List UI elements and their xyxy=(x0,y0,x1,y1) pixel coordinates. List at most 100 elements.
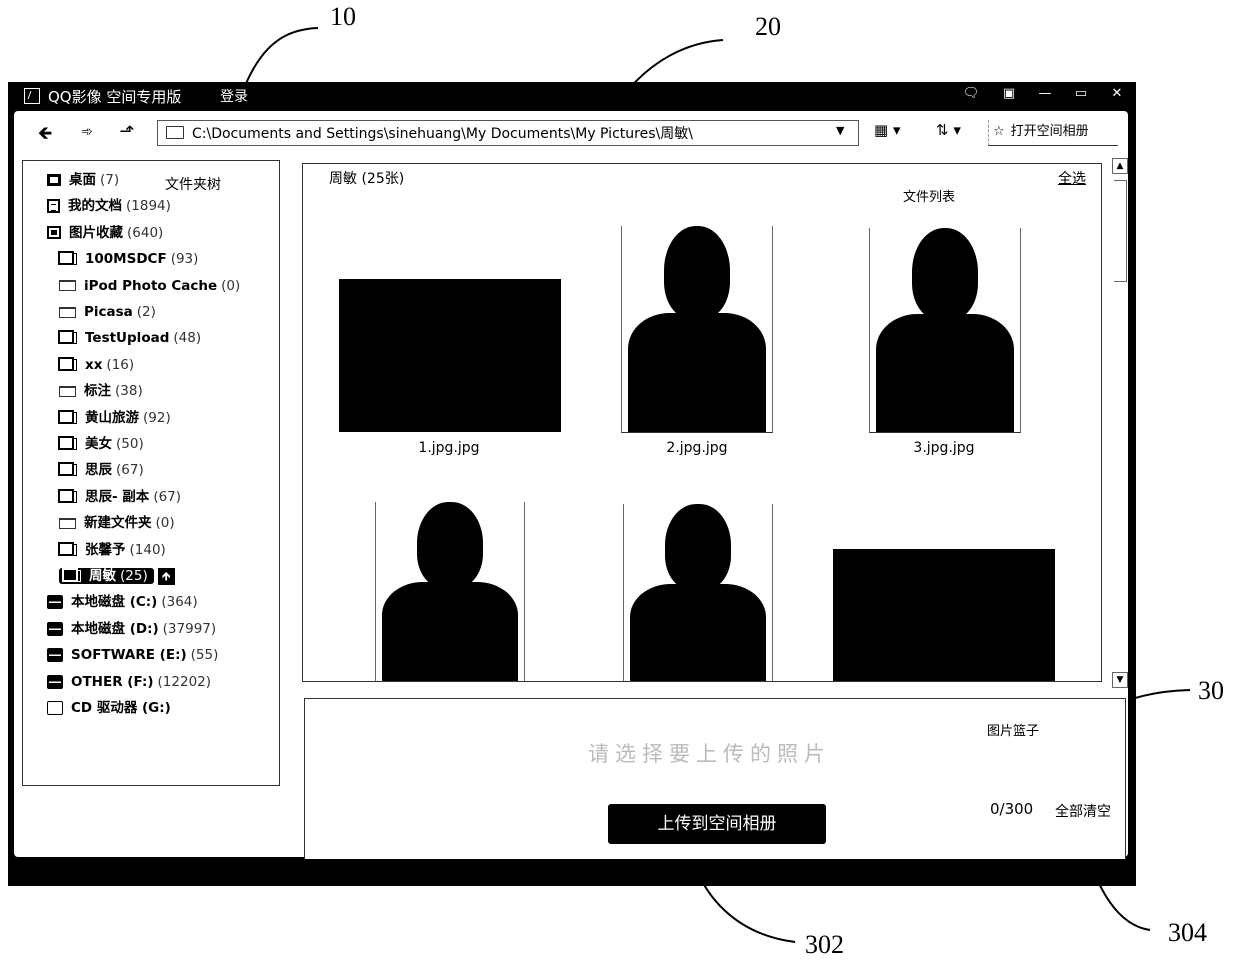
tree-item-count: (0) xyxy=(155,515,175,532)
tree-item-label: 我的文档 xyxy=(68,198,122,215)
tree-item[interactable]: 周敏 (25) 🡹 xyxy=(59,565,175,587)
feedback-icon[interactable]: 🗨 xyxy=(960,86,982,101)
tree-item-label: 周敏 xyxy=(89,568,116,584)
tree-item-count: (364) xyxy=(161,594,198,611)
tree-item-count: (67) xyxy=(116,462,144,479)
photo-thumbnail[interactable] xyxy=(375,502,525,681)
tree-item-count: (2) xyxy=(136,304,156,320)
basket-counter: 0/300 xyxy=(990,800,1034,818)
photo-folder-icon xyxy=(58,488,77,503)
forward-button[interactable]: ➾ xyxy=(74,124,100,140)
tree-item[interactable]: Picasa (2) xyxy=(59,301,156,323)
tree-item[interactable]: OTHER (F:) (12202) xyxy=(47,671,211,693)
tree-item-count: (37997) xyxy=(162,620,217,637)
tree-item-label: 美女 xyxy=(85,436,112,452)
up-folder-button[interactable]: ⬏ xyxy=(114,121,140,142)
tree-item-label: 桌面 xyxy=(69,172,96,188)
tree-item[interactable]: 图片收藏 (640) xyxy=(47,222,163,244)
upload-to-album-button[interactable]: 上传到空间相册 xyxy=(608,804,826,844)
tree-item-label: TestUpload xyxy=(85,330,170,347)
folder-icon xyxy=(59,385,76,397)
file-list[interactable]: 周敏 (25张) 文件列表 全选 1.jpg.jpg 2.jpg.jpg 3.jpg… xyxy=(302,163,1102,682)
close-button[interactable]: ✕ xyxy=(1106,86,1128,101)
upload-arrow-icon[interactable]: 🡹 xyxy=(157,567,175,585)
star-icon: ☆ xyxy=(993,124,1005,139)
sort-button[interactable]: ⇅ ▾ xyxy=(936,121,961,139)
tree-item-label: 标注 xyxy=(84,383,111,400)
photo-thumbnail[interactable] xyxy=(621,226,773,433)
photo-silhouette xyxy=(912,228,978,320)
tree-item-label: OTHER (F:) xyxy=(71,673,154,690)
photo-thumbnail[interactable] xyxy=(339,279,561,432)
tree-item[interactable]: 桌面 (7) xyxy=(47,169,119,191)
login-link[interactable]: 登录 xyxy=(220,86,248,106)
tree-item[interactable]: 新建文件夹 (0) xyxy=(59,512,175,534)
photo-silhouette xyxy=(876,313,1014,432)
scroll-down-icon[interactable]: ▼ xyxy=(1112,672,1128,688)
tree-item[interactable]: 本地磁盘 (C:) (364) xyxy=(47,591,198,613)
photo-silhouette xyxy=(629,583,767,681)
address-dropdown-icon[interactable]: ▼ xyxy=(836,124,844,137)
photo-filename: 2.jpg.jpg xyxy=(666,440,728,456)
tree-item-count: (1894) xyxy=(126,198,171,215)
tree-item[interactable]: 100MSDCF (93) xyxy=(58,248,199,270)
minimize-button[interactable]: — xyxy=(1034,86,1056,101)
file-list-annotation: 文件列表 xyxy=(903,190,956,205)
folder-title: 周敏 (25张) xyxy=(329,171,405,187)
photo-folder-icon xyxy=(58,541,77,556)
photo-thumbnail[interactable] xyxy=(833,549,1055,681)
tree-item-label: 张馨予 xyxy=(85,541,126,558)
scroll-up-icon[interactable]: ▲ xyxy=(1112,158,1128,174)
tree-item-count: (0) xyxy=(221,277,241,294)
photo-filename: 1.jpg.jpg xyxy=(418,440,480,456)
tree-item-count: (50) xyxy=(116,436,144,452)
photo-silhouette xyxy=(628,312,766,432)
tree-item[interactable]: 张馨予 (140) xyxy=(58,539,166,561)
photo-thumbnail[interactable] xyxy=(623,504,773,681)
desktop-icon xyxy=(47,174,61,186)
view-mode-button[interactable]: ▦ ▾ xyxy=(874,121,900,139)
window-title: QQ影像 空间专用版 xyxy=(48,88,182,106)
tree-item-count: (16) xyxy=(106,356,135,373)
tree-item[interactable]: xx (16) xyxy=(58,354,135,376)
maximize-button[interactable]: ▭ xyxy=(1070,86,1092,101)
tree-item[interactable]: 本地磁盘 (D:) (37997) xyxy=(47,618,216,640)
status-bar xyxy=(8,858,1136,886)
photo-filename: 3.jpg.jpg xyxy=(913,440,975,456)
tree-item-count: (25) xyxy=(120,568,148,584)
tree-item[interactable]: 标注 (38) xyxy=(59,380,143,402)
basket-hint: 请选择要上传的照片 xyxy=(588,742,831,766)
tree-item-count: (93) xyxy=(170,251,199,268)
file-list-scrollbar[interactable]: ▲ ▼ xyxy=(1112,158,1128,688)
select-all-link[interactable]: 全选 xyxy=(1058,168,1086,188)
photo-folder-icon xyxy=(58,409,77,424)
skin-icon[interactable]: ▣ xyxy=(998,86,1020,101)
tree-item[interactable]: 美女 (50) xyxy=(58,433,144,455)
tree-item-label: Picasa xyxy=(84,304,133,320)
tree-item[interactable]: SOFTWARE (E:) (55) xyxy=(47,644,218,666)
photo-folder-icon xyxy=(62,568,81,582)
cd-drive-icon xyxy=(47,701,63,715)
back-button[interactable]: 🡸 xyxy=(32,121,58,151)
open-album-button[interactable]: ☆ 打开空间相册 xyxy=(988,120,1118,146)
tree-item[interactable]: CD 驱动器 (G:) xyxy=(47,697,175,719)
tree-item[interactable]: TestUpload (48) xyxy=(58,327,201,349)
tree-item[interactable]: 思辰 (67) xyxy=(58,459,144,481)
scroll-thumb[interactable] xyxy=(1114,180,1127,282)
pictures-icon xyxy=(47,226,61,240)
photo-folder-icon xyxy=(58,436,77,450)
clear-all-button[interactable]: 全部清空 xyxy=(1055,801,1111,821)
folder-tree[interactable]: 桌面 (7) 我的文档 (1894) 图片收藏 (640) 100MSDCF (93) iPod… xyxy=(22,160,280,786)
tree-item[interactable]: 黄山旅游 (92) xyxy=(58,407,171,429)
tree-item-count: (12202) xyxy=(157,673,212,690)
tree-item[interactable]: 思辰- 副本 (67) xyxy=(58,486,181,508)
tree-item-count: (140) xyxy=(129,541,166,558)
tree-item-label: 本地磁盘 (C:) xyxy=(71,594,158,611)
tree-item-count: (7) xyxy=(100,172,120,188)
documents-icon xyxy=(47,199,60,214)
basket-annotation: 图片篮子 xyxy=(987,724,1040,739)
photo-thumbnail[interactable] xyxy=(869,228,1021,433)
tree-item[interactable]: iPod Photo Cache (0) xyxy=(59,275,240,297)
tree-item[interactable]: 我的文档 (1894) xyxy=(47,195,171,217)
address-input[interactable]: C:\Documents and Settings\sinehuang\My D… xyxy=(192,123,693,143)
